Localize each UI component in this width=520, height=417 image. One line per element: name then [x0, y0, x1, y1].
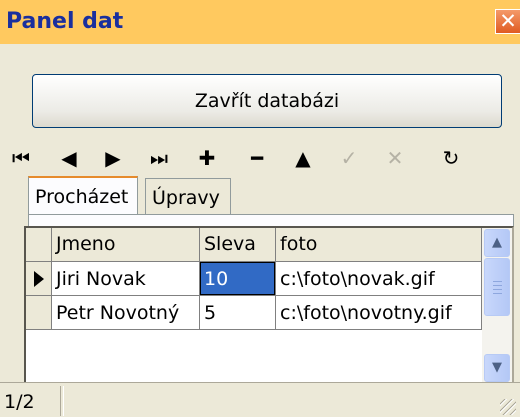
close-icon[interactable]: ✕ — [495, 9, 520, 34]
db-navigator: ⏮ ◀ ▶ ⏭ ✚ ━ ▲ ✓ ✕ ↻ — [0, 142, 520, 174]
resize-grip-icon[interactable] — [500, 399, 516, 415]
status-bar: 1/2 — [0, 382, 520, 417]
record-position: 1/2 — [4, 391, 35, 413]
data-grid[interactable]: Jmeno Sleva foto Jiri Novak 10 c:\foto\n… — [24, 226, 514, 386]
table-cell[interactable]: Petr Novotný — [52, 296, 200, 330]
row-indicator[interactable] — [26, 262, 52, 296]
last-record-icon[interactable]: ⏭ — [142, 142, 176, 174]
tab-edit[interactable]: Úpravy — [145, 178, 231, 214]
first-record-icon[interactable]: ⏮ — [4, 142, 38, 174]
table-cell[interactable]: c:\foto\novak.gif — [276, 262, 482, 296]
scroll-thumb[interactable] — [484, 258, 510, 316]
column-header-foto[interactable]: foto — [276, 228, 482, 262]
table-cell[interactable]: Jiri Novak — [52, 262, 200, 296]
tab-strip: Procházet Úpravy — [28, 176, 508, 216]
window-title: Panel dat — [6, 9, 124, 34]
tab-browse[interactable]: Procházet — [28, 176, 138, 214]
table-cell[interactable]: 5 — [200, 296, 276, 330]
table-cell[interactable]: c:\foto\novotny.gif — [276, 296, 482, 330]
header-indicator — [26, 228, 52, 262]
column-header-sleva[interactable]: Sleva — [200, 228, 276, 262]
column-header-jmeno[interactable]: Jmeno — [52, 228, 200, 262]
close-database-button[interactable]: Zavřít databázi — [32, 74, 502, 128]
vertical-scrollbar[interactable]: ▲ ▼ — [482, 228, 512, 384]
post-edit-icon[interactable]: ✓ — [332, 142, 366, 174]
refresh-icon[interactable]: ↻ — [434, 142, 468, 174]
table-cell-selected[interactable]: 10 — [200, 262, 276, 296]
scroll-up-icon[interactable]: ▲ — [484, 229, 510, 257]
next-record-icon[interactable]: ▶ — [96, 142, 130, 174]
edit-record-icon[interactable]: ▲ — [286, 142, 320, 174]
row-indicator[interactable] — [26, 296, 52, 330]
title-bar: Panel dat ✕ — [0, 0, 520, 44]
delete-record-icon[interactable]: ━ — [240, 142, 274, 174]
cancel-edit-icon[interactable]: ✕ — [378, 142, 412, 174]
prior-record-icon[interactable]: ◀ — [52, 142, 86, 174]
current-row-icon — [34, 271, 44, 287]
status-divider — [60, 386, 64, 416]
insert-record-icon[interactable]: ✚ — [190, 142, 224, 174]
scroll-down-icon[interactable]: ▼ — [484, 354, 510, 382]
